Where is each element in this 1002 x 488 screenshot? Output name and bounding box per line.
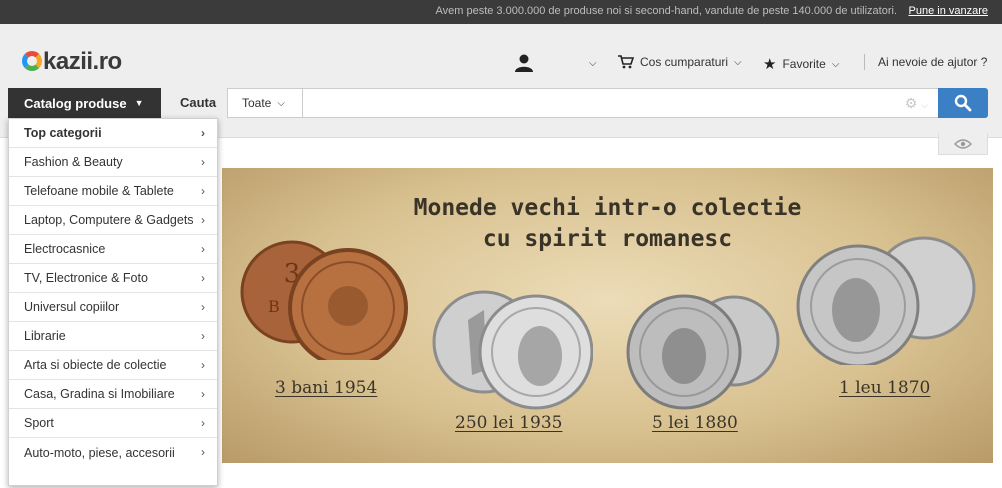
coin-label-250-lei[interactable]: 250 lei 1935 (455, 413, 562, 433)
menu-item-auto[interactable]: Auto-moto, piese, accesorii › (9, 438, 217, 467)
menu-item-fashion[interactable]: Fashion & Beauty › (9, 148, 217, 177)
chevron-right-icon: › (201, 126, 205, 140)
chevron-right-icon: › (201, 184, 205, 198)
sell-link[interactable]: Pune in vanzare (909, 5, 989, 17)
cart-label: Cos cumparaturi (640, 55, 729, 69)
chevron-down-icon: ⌵ (277, 97, 285, 109)
search-bar: Toate ⌵ ⚙ ⌵ (227, 88, 939, 118)
silver-coins-5-lei-image (626, 294, 780, 410)
favorites-link[interactable]: ★ Favorite ⌵ (763, 55, 839, 73)
info-message: Avem peste 3.000.000 de produse noi si s… (435, 5, 897, 17)
chevron-right-icon: › (201, 416, 205, 430)
logo[interactable]: kazii.ro (22, 48, 122, 76)
chevron-right-icon: › (201, 387, 205, 401)
user-icon[interactable] (514, 54, 534, 72)
chevron-right-icon: › (201, 213, 205, 227)
menu-item-laptop[interactable]: Laptop, Computere & Gadgets › (9, 206, 217, 235)
catalog-dropdown-menu: Top categorii › Fashion & Beauty › Telefoa… (8, 118, 218, 486)
cart-chevron-down-icon: ⌵ (734, 56, 742, 68)
promo-banner[interactable]: Monede vechi intr-o colectie cu spirit r… (222, 168, 993, 463)
recently-viewed-tab[interactable] (938, 133, 988, 155)
silver-coins-250-lei-image (432, 290, 593, 410)
search-label: Cauta (180, 95, 217, 110)
chevron-right-icon: › (201, 271, 205, 285)
help-link[interactable]: Ai nevoie de ajutor ? (878, 55, 987, 69)
catalog-label: Catalog produse (24, 95, 127, 111)
chevron-right-icon: › (201, 155, 205, 169)
menu-item-tv[interactable]: TV, Electronice & Foto › (9, 264, 217, 293)
chevron-right-icon: › (201, 358, 205, 372)
search-category-value: Toate (242, 96, 272, 110)
chevron-right-icon: › (201, 242, 205, 256)
user-chevron-down-icon[interactable]: ⌵ (589, 58, 597, 69)
star-icon: ★ (763, 56, 777, 73)
copper-coins-image: 3 B (240, 240, 408, 360)
search-input[interactable] (304, 89, 889, 117)
favorites-chevron-down-icon: ⌵ (831, 58, 840, 70)
chevron-right-icon: › (201, 445, 205, 459)
catalog-button[interactable]: Catalog produse ▼ (8, 88, 161, 118)
chevron-right-icon: › (201, 300, 205, 314)
search-icon (954, 94, 972, 112)
cart-link[interactable]: Cos cumparaturi ⌵ (618, 55, 742, 69)
nav-divider (864, 54, 865, 70)
favorites-label: Favorite (782, 57, 826, 71)
chevron-right-icon: › (201, 329, 205, 343)
silver-coins-1-leu-image (796, 236, 976, 365)
menu-item-casa[interactable]: Casa, Gradina si Imobiliare › (9, 380, 217, 409)
coin-label-3-bani[interactable]: 3 bani 1954 (275, 378, 377, 398)
svg-text:B: B (268, 297, 280, 316)
search-category-select[interactable]: Toate ⌵ (228, 89, 303, 117)
coin-label-1-leu[interactable]: 1 leu 1870 (839, 378, 930, 398)
menu-item-librarie[interactable]: Librarie › (9, 322, 217, 351)
menu-item-copii[interactable]: Universul copiilor › (9, 293, 217, 322)
top-info-bar: Avem peste 3.000.000 de produse noi si s… (0, 0, 1002, 24)
caret-down-icon: ▼ (134, 98, 144, 108)
eye-icon (954, 138, 972, 149)
coin-label-5-lei[interactable]: 5 lei 1880 (652, 413, 738, 433)
menu-item-arta[interactable]: Arta si obiecte de colectie › (9, 351, 217, 380)
search-button[interactable] (938, 88, 988, 118)
menu-item-telefoane[interactable]: Telefoane mobile & Tablete › (9, 177, 217, 206)
cart-icon (618, 55, 634, 69)
help-label: Ai nevoie de ajutor ? (878, 55, 988, 69)
menu-item-sport[interactable]: Sport › (9, 409, 217, 438)
search-settings-icon[interactable]: ⚙ ⌵ (905, 95, 928, 112)
logo-o-icon (22, 51, 42, 71)
menu-item-electrocasnice[interactable]: Electrocasnice › (9, 235, 217, 264)
menu-item-top-categorii[interactable]: Top categorii › (9, 119, 217, 148)
